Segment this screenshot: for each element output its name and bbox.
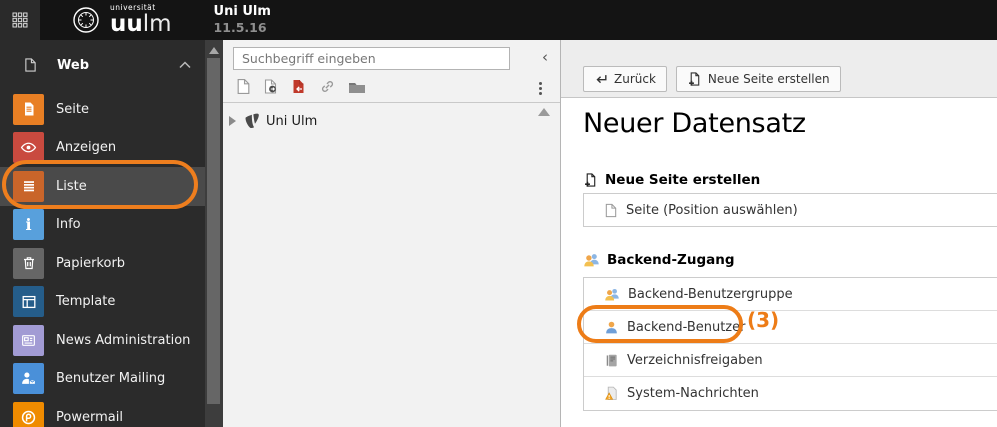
tree-toolbar — [236, 78, 366, 95]
eye-icon — [13, 132, 44, 164]
page-title: Neuer Datensatz — [583, 108, 806, 139]
back-button[interactable]: Zurück — [583, 66, 667, 92]
sidebar-item-label: News Administration — [56, 332, 191, 348]
tree-scroll-up-icon[interactable] — [538, 108, 550, 116]
tree-search-input[interactable] — [233, 47, 510, 70]
wizard-item-label: Backend-Benutzergruppe — [628, 286, 793, 302]
wizard-item-label: Verzeichnisfreigaben — [627, 352, 763, 368]
new-page-icon — [585, 173, 596, 187]
powermail-icon — [13, 401, 44, 427]
uulm-wordmark: universität uulm — [110, 4, 172, 36]
new-page-button[interactable]: Neue Seite erstellen — [675, 66, 841, 92]
section-heading-backend-zugang: Backend-Zugang — [583, 252, 735, 268]
info-icon: i — [13, 209, 44, 241]
new-page-icon — [688, 72, 700, 86]
return-arrow-icon — [596, 74, 607, 83]
tree-root-label: Uni Ulm — [266, 113, 318, 129]
sidebar-item-news-administration[interactable]: News Administration — [0, 321, 205, 360]
wizard-item-backend-benutzer[interactable]: Backend-Benutzer — [584, 311, 997, 344]
link-icon[interactable] — [319, 78, 336, 95]
sidebar-item-label: Info — [56, 217, 81, 233]
module-group-label: Web — [57, 57, 89, 73]
sidebar-item-benutzer-mailing[interactable]: Benutzer Mailing — [0, 360, 205, 399]
sidebar-item-powermail[interactable]: Powermail — [0, 398, 205, 427]
sidebar-item-label: Template — [56, 294, 116, 310]
user-mail-icon — [13, 363, 44, 395]
module-toggle-button[interactable] — [0, 0, 40, 40]
university-seal-icon — [73, 7, 99, 33]
collapse-tree-icon[interactable]: ‹ — [542, 50, 548, 65]
module-menu-scrollbar[interactable] — [205, 40, 223, 427]
wizard-item-seite-position[interactable]: Seite (Position auswählen) — [584, 194, 997, 226]
wizard-box-backend-zugang: Backend-Benutzergruppe Backend-Benutzer … — [583, 277, 997, 411]
annotation-badge: (3) — [747, 308, 780, 332]
sidebar-item-label: Powermail — [56, 409, 123, 425]
site-info: Uni Ulm 11.5.16 — [214, 4, 271, 36]
page-icon — [13, 93, 44, 125]
trash-icon — [13, 247, 44, 279]
wizard-item-system-nachrichten[interactable]: System-Nachrichten — [584, 377, 997, 410]
list-icon — [13, 170, 44, 202]
newspaper-icon — [13, 324, 44, 356]
sidebar-item-label: Benutzer Mailing — [56, 371, 166, 387]
sidebar-item-label: Liste — [56, 178, 87, 194]
typo3-logo-icon — [245, 113, 259, 129]
sidebar-item-seite[interactable]: Seite — [0, 90, 205, 129]
doc-header-buttons: Zurück Neue Seite erstellen — [583, 66, 841, 92]
new-page-icon[interactable] — [236, 78, 251, 95]
page-tree-panel: ‹ Uni Ulm — [223, 40, 561, 427]
sidebar-item-anzeigen[interactable]: Anzeigen — [0, 129, 205, 168]
logo-big-bold: uu — [110, 10, 143, 37]
user-icon — [606, 321, 617, 333]
sys-news-icon — [605, 386, 617, 400]
site-title: Uni Ulm — [213, 4, 271, 20]
folder-icon[interactable] — [348, 79, 366, 95]
topbar: universität uulm Uni Ulm 11.5.16 — [0, 0, 997, 40]
template-icon — [13, 286, 44, 318]
section-heading-label: Neue Seite erstellen — [605, 172, 761, 188]
filemount-icon — [606, 354, 617, 366]
users-icon — [584, 254, 599, 267]
tree-expand-caret-icon[interactable] — [229, 116, 236, 126]
sidebar-item-info[interactable]: i Info — [0, 206, 205, 245]
sidebar-item-template[interactable]: Template — [0, 283, 205, 322]
back-button-label: Zurück — [614, 72, 656, 86]
wizard-item-backend-benutzergruppe[interactable]: Backend-Benutzergruppe — [584, 278, 997, 311]
sidebar-item-liste[interactable]: Liste — [0, 167, 205, 206]
temp-mount-page-icon[interactable] — [263, 78, 279, 95]
sidebar-item-label: Papierkorb — [56, 255, 126, 271]
wizard-box-seite: Seite (Position auswählen) — [583, 193, 997, 227]
wizard-item-verzeichnisfreigaben[interactable]: Verzeichnisfreigaben — [584, 344, 997, 377]
module-menu: Web Seite Anzeigen Liste i Info Papierko… — [0, 40, 205, 427]
wizard-item-label: Backend-Benutzer — [627, 319, 746, 335]
scrollbar-thumb[interactable] — [207, 58, 220, 404]
wizard-item-label: Seite (Position auswählen) — [626, 202, 798, 218]
uni-ulm-logo[interactable]: universität uulm — [72, 4, 172, 36]
users-icon — [605, 288, 619, 300]
tree-root-uni-ulm[interactable]: Uni Ulm — [229, 112, 317, 130]
document-outline-icon — [25, 58, 36, 72]
content-area: Zurück Neue Seite erstellen Neuer Datens… — [561, 40, 997, 427]
section-heading-neue-seite: Neue Seite erstellen — [583, 172, 760, 188]
logo-big-light: lm — [142, 10, 172, 37]
apps-grid-icon — [12, 12, 28, 28]
site-version: 11.5.16 — [213, 20, 267, 36]
sidebar-item-label: Anzeigen — [56, 140, 117, 156]
tree-separator — [223, 102, 560, 103]
sidebar-item-papierkorb[interactable]: Papierkorb — [0, 244, 205, 283]
chevron-up-icon — [179, 61, 191, 69]
wizard-item-label: System-Nachrichten — [627, 386, 759, 401]
section-heading-label: Backend-Zugang — [607, 252, 735, 268]
sidebar-item-label: Seite — [56, 101, 89, 117]
module-group-web[interactable]: Web — [0, 40, 205, 90]
scrollbar-up-arrow-icon[interactable] — [209, 47, 219, 54]
tree-more-menu-icon[interactable] — [539, 80, 542, 97]
stop-mount-page-icon[interactable] — [291, 78, 307, 95]
page-gray-icon — [605, 203, 617, 217]
new-page-button-label: Neue Seite erstellen — [707, 72, 830, 86]
